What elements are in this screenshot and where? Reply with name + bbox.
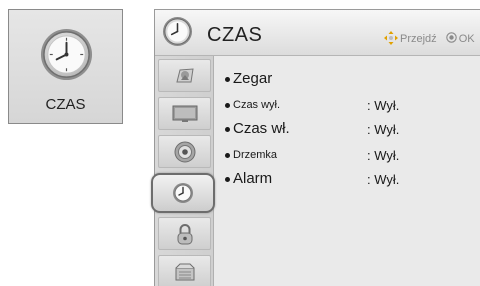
- sidebar-item-time[interactable]: [151, 173, 215, 213]
- sidebar-item-screen[interactable]: [158, 97, 211, 130]
- clock-icon: [173, 183, 193, 203]
- panel-header: CZAS Przejdź OK: [155, 10, 480, 56]
- clock-icon: [40, 28, 93, 81]
- sidebar-item-picture[interactable]: [158, 59, 211, 92]
- menu-item-label: Czas wł.: [233, 120, 290, 137]
- menu-item-label: Czas wył.: [233, 99, 281, 111]
- navigation-hint: Przejdź OK: [384, 31, 475, 47]
- move-hint-label: Przejdź: [400, 33, 437, 45]
- four-way-arrow-icon: [384, 31, 398, 45]
- menu-item-value: : Wył.: [367, 172, 400, 187]
- bullet: [225, 153, 230, 158]
- bullet: [225, 103, 230, 108]
- speaker-icon: [174, 141, 195, 162]
- menu-item-label: Alarm: [233, 170, 273, 187]
- menu-item-alarm[interactable]: Alarm : Wył.: [223, 170, 473, 192]
- sidebar-item-audio[interactable]: [158, 135, 211, 168]
- tile-label: CZAS: [45, 96, 86, 113]
- bullet: [225, 77, 230, 82]
- clock-icon: [162, 16, 193, 47]
- menu-item-zegar[interactable]: Zegar: [223, 70, 473, 92]
- menu-item-label: Drzemka: [233, 149, 278, 161]
- category-tile[interactable]: CZAS: [8, 9, 123, 124]
- menu-item-value: : Wył.: [367, 98, 400, 113]
- menu-item-czas-wl[interactable]: Czas wł. : Wył.: [223, 120, 473, 142]
- menu-item-czas-wyl[interactable]: Czas wył. : Wył.: [223, 96, 473, 118]
- picture-icon: [175, 67, 194, 82]
- sidebar-item-lock[interactable]: [158, 217, 211, 250]
- time-menu-panel: CZAS Przejdź OK Zegar Czas wył.: Wył. C…: [151, 9, 480, 286]
- lock-icon: [177, 223, 192, 244]
- category-sidebar: [151, 56, 215, 286]
- menu-item-label: Zegar: [233, 70, 273, 87]
- menu-item-value: : Wył.: [367, 122, 400, 137]
- menu-item-drzemka[interactable]: Drzemka : Wył.: [223, 146, 473, 168]
- ok-button-icon: [446, 32, 457, 43]
- page-title: CZAS: [207, 24, 263, 46]
- sidebar-item-settings[interactable]: [158, 255, 211, 286]
- settings-box-icon: [175, 263, 194, 280]
- bullet: [225, 127, 230, 132]
- menu-item-value: : Wył.: [367, 148, 400, 163]
- tv-screen-icon: [172, 105, 197, 122]
- bullet: [225, 177, 230, 182]
- ok-hint-label: OK: [458, 33, 475, 45]
